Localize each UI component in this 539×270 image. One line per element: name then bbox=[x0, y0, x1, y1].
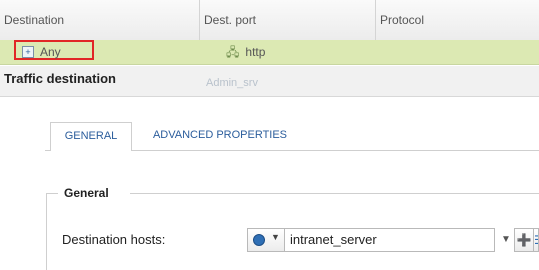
combo-dropdown-arrow-icon[interactable]: ▼ bbox=[499, 228, 513, 252]
list-icon[interactable]: ☰ bbox=[533, 228, 539, 252]
fieldset-border bbox=[46, 193, 58, 194]
dest-port-cell[interactable]: 🖧 http bbox=[226, 44, 265, 60]
chevron-down-icon: ▼ bbox=[271, 232, 280, 242]
ghost-row-text: Admin_srv bbox=[206, 77, 258, 89]
plus-box-icon[interactable]: + bbox=[22, 45, 34, 58]
grid-header: Destination Dest. port Protocol bbox=[0, 0, 539, 41]
column-header-destination[interactable]: Destination bbox=[0, 0, 200, 40]
add-object-icon[interactable]: ➕ bbox=[514, 228, 534, 252]
destination-hosts-field[interactable]: intranet_server bbox=[285, 228, 495, 252]
port-icon: 🖧 bbox=[226, 45, 240, 59]
fieldset-border bbox=[46, 193, 47, 270]
host-type-dropdown[interactable]: ▼ bbox=[247, 228, 285, 252]
panel-title: Traffic destination bbox=[4, 71, 116, 86]
fieldset-border bbox=[130, 193, 539, 194]
tab-general[interactable]: GENERAL bbox=[50, 122, 132, 151]
column-header-dest-port[interactable]: Dest. port bbox=[200, 0, 376, 40]
host-globe-icon bbox=[253, 234, 265, 246]
dest-port-value: http bbox=[245, 45, 266, 59]
destination-value: Any bbox=[40, 45, 61, 59]
tab-advanced-properties[interactable]: ADVANCED PROPERTIES bbox=[140, 122, 300, 151]
destination-cell[interactable]: + Any bbox=[22, 44, 61, 60]
destination-hosts-label: Destination hosts: bbox=[62, 232, 166, 247]
column-header-protocol[interactable]: Protocol bbox=[376, 0, 539, 40]
fieldset-legend: General bbox=[64, 186, 109, 200]
